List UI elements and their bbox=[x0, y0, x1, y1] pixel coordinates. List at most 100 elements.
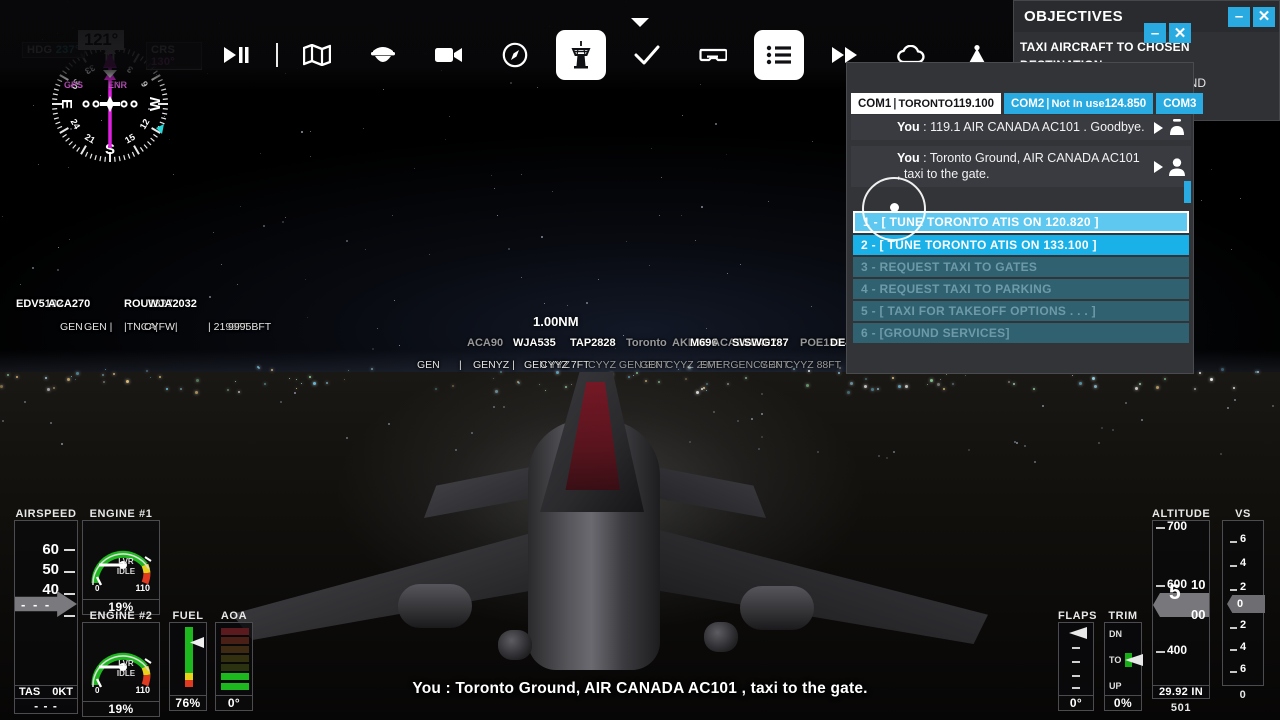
star bbox=[448, 115, 450, 117]
star bbox=[56, 268, 59, 271]
apron-light bbox=[1220, 367, 1224, 371]
star bbox=[391, 215, 393, 217]
play-message-icon[interactable] bbox=[1154, 121, 1163, 134]
star bbox=[221, 264, 223, 266]
com-tab-station: Not In use bbox=[1051, 97, 1105, 110]
taxiway-edge-light bbox=[1124, 401, 1127, 404]
star bbox=[726, 273, 728, 275]
atc-option-4[interactable]: 4 - REQUEST TAXI TO PARKING bbox=[853, 279, 1189, 299]
navlog-button[interactable] bbox=[490, 30, 540, 80]
star bbox=[428, 253, 430, 255]
control-tower-icon bbox=[569, 41, 593, 69]
star bbox=[304, 279, 306, 281]
traffic-tag: CYFW| bbox=[144, 321, 178, 333]
star bbox=[496, 214, 498, 216]
com-tab-com3[interactable]: COM3 bbox=[1156, 93, 1204, 114]
star bbox=[237, 284, 239, 286]
trim-value: 0% bbox=[1104, 696, 1142, 711]
flaps-title: FLAPS bbox=[1058, 610, 1098, 622]
fuel-value: 76% bbox=[169, 696, 207, 711]
atc-option-label: 4 - REQUEST TAXI TO PARKING bbox=[861, 282, 1052, 296]
left-wing bbox=[232, 522, 572, 640]
right-engine-nacelle bbox=[740, 586, 814, 630]
altitude-tick-0: 700 bbox=[1167, 520, 1188, 533]
traffic-tag: GEN CYYZ 88FT bbox=[760, 359, 842, 371]
star bbox=[1200, 199, 1202, 201]
atc-message: You : 119.1 AIR CANADA AC101 . Goodbye. bbox=[851, 115, 1191, 141]
checklist-button[interactable] bbox=[622, 30, 672, 80]
vr-button[interactable] bbox=[688, 30, 738, 80]
apron-light bbox=[1164, 377, 1167, 380]
star bbox=[259, 153, 261, 155]
atc-button[interactable] bbox=[556, 30, 606, 80]
com-tab-station: TORONTO bbox=[898, 97, 954, 110]
pilot-button[interactable] bbox=[358, 30, 408, 80]
com-tab-name: COM1 bbox=[858, 97, 892, 110]
engine-lever-label: LVR IDLE bbox=[116, 659, 136, 678]
engine-title: ENGINE #1 bbox=[89, 508, 153, 520]
engine-max-label: 110 bbox=[135, 583, 150, 593]
atc-option-label: 5 - [ TAXI FOR TAKEOFF OPTIONS . . . ] bbox=[861, 304, 1096, 318]
play-message-icon[interactable] bbox=[1154, 160, 1163, 173]
com-tab-com2[interactable]: COM2 | Not In use 124.850 bbox=[1004, 93, 1154, 114]
apron-light bbox=[1198, 372, 1201, 375]
star bbox=[623, 335, 625, 337]
star bbox=[658, 214, 660, 216]
traffic-tag: GEN | bbox=[84, 321, 113, 333]
atc-minimize-button[interactable]: – bbox=[1144, 23, 1166, 43]
star bbox=[520, 277, 522, 279]
star bbox=[309, 130, 311, 132]
traffic-tag: GEN bbox=[417, 359, 440, 371]
toolbar-handle-icon[interactable] bbox=[631, 18, 649, 27]
atc-option-6[interactable]: 6 - [GROUND SERVICES] bbox=[853, 323, 1189, 343]
star bbox=[281, 221, 284, 224]
atc-subtitle: You : Toronto Ground, AIR CANADA AC101 ,… bbox=[412, 680, 868, 697]
star bbox=[306, 316, 308, 318]
atc-option-5[interactable]: 5 - [ TAXI FOR TAKEOFF OPTIONS . . . ] bbox=[853, 301, 1189, 321]
airspeed-bottom-value: - - - bbox=[14, 699, 78, 714]
star bbox=[346, 240, 349, 243]
compass-icon bbox=[502, 42, 528, 68]
star bbox=[540, 235, 543, 238]
objectives-button[interactable] bbox=[754, 30, 804, 80]
star bbox=[597, 278, 599, 280]
objectives-minimize-button[interactable]: – bbox=[1228, 6, 1250, 27]
altitude-title: ALTITUDE bbox=[1152, 508, 1211, 520]
objectives-close-button[interactable]: ✕ bbox=[1253, 6, 1275, 27]
map-button[interactable] bbox=[292, 30, 342, 80]
traffic-tag: ACA270 bbox=[48, 298, 91, 310]
atc-close-button[interactable]: ✕ bbox=[1169, 23, 1191, 43]
map-scale-label: 1.00NM bbox=[533, 314, 579, 329]
atc-option-3[interactable]: 3 - REQUEST TAXI TO GATES bbox=[853, 257, 1189, 277]
com-tab-separator: | bbox=[893, 97, 897, 110]
star bbox=[2, 215, 4, 217]
camera-button[interactable] bbox=[424, 30, 474, 80]
list-icon bbox=[766, 44, 792, 66]
vs-tick-up-2: 2 bbox=[1240, 581, 1247, 593]
altitude-tape: 700 600 400 5 10 00 bbox=[1152, 520, 1210, 686]
traffic-tag: TAP2828 bbox=[570, 337, 616, 349]
com-tab-com1[interactable]: COM1 | TORONTO 119.100 bbox=[851, 93, 1001, 114]
star bbox=[706, 328, 708, 330]
play-pause-button[interactable] bbox=[212, 30, 262, 80]
star bbox=[285, 217, 287, 218]
star bbox=[393, 299, 395, 301]
star bbox=[626, 240, 628, 242]
atc-scrollbar-thumb[interactable] bbox=[1184, 181, 1191, 203]
star bbox=[301, 130, 303, 133]
taxiway-edge-light bbox=[1111, 429, 1114, 432]
star bbox=[1231, 249, 1233, 251]
map-icon bbox=[303, 44, 331, 66]
star bbox=[551, 190, 553, 192]
star bbox=[567, 305, 569, 307]
altitude-digits: 5 bbox=[1169, 581, 1181, 604]
airspeed-tape: 60 50 40 - - - bbox=[14, 520, 78, 686]
star bbox=[660, 176, 662, 178]
com-tab-name: COM3 bbox=[1163, 97, 1197, 110]
star bbox=[413, 168, 415, 170]
star bbox=[491, 174, 493, 176]
com-tab-frequency: 124.850 bbox=[1104, 97, 1147, 110]
apron-light bbox=[101, 373, 104, 376]
right-wing bbox=[628, 522, 988, 644]
svg-text:21: 21 bbox=[83, 132, 97, 146]
